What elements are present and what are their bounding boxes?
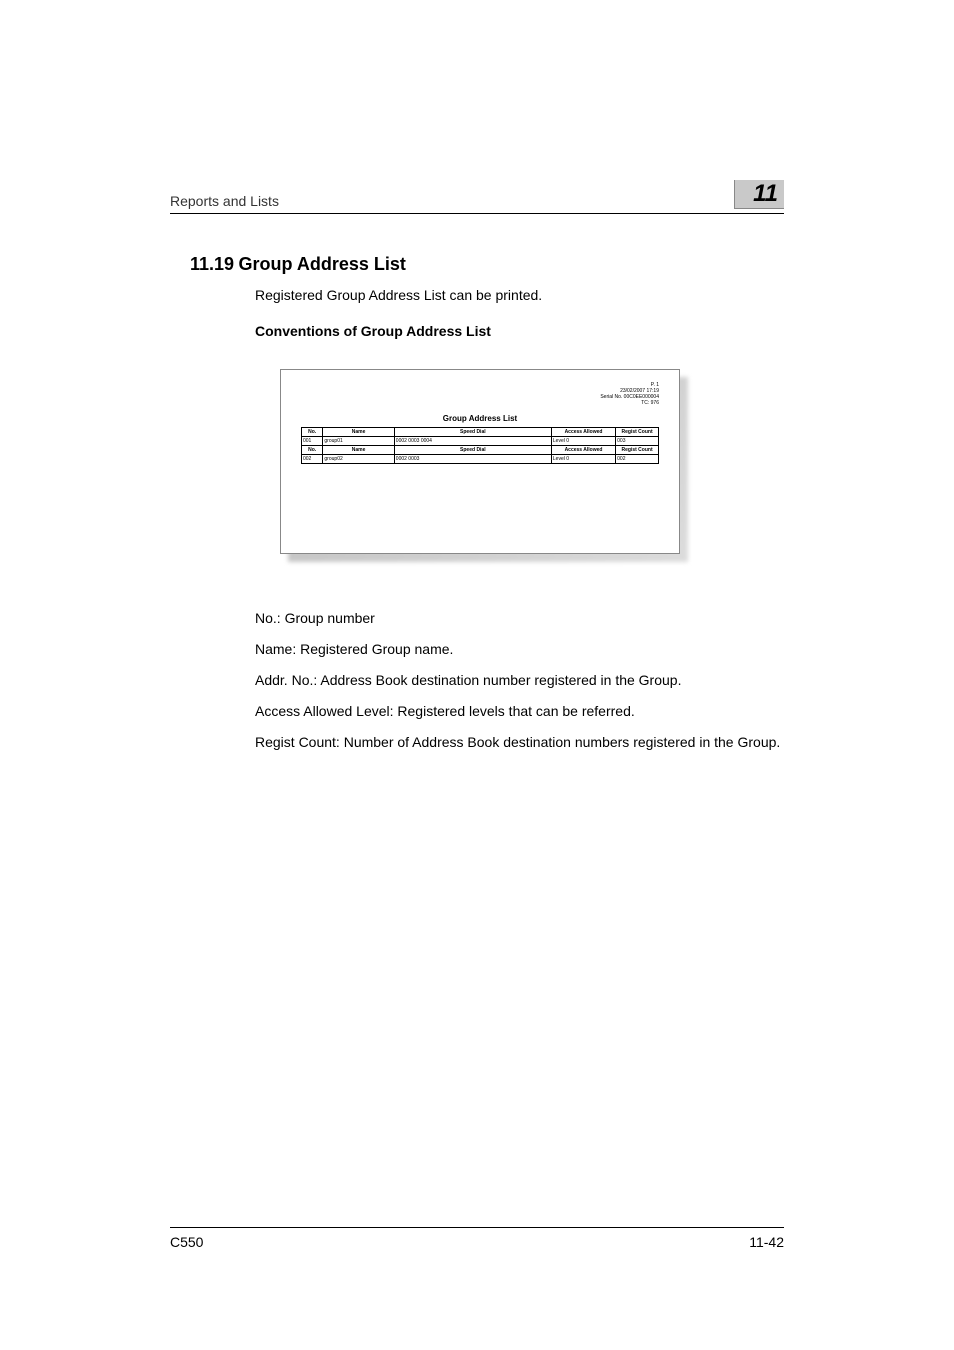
col-name: Name <box>323 428 394 437</box>
cell-speed: 0002 0003 <box>394 455 551 464</box>
cell-regist: 003 <box>616 437 659 446</box>
col-regist: Regist Count <box>616 446 659 455</box>
figure-title: Group Address List <box>301 414 659 423</box>
cell-access: Level 0 <box>551 437 615 446</box>
col-access: Access Allowed <box>551 428 615 437</box>
section-number: 11.19 <box>190 254 234 274</box>
report-table: No. Name Speed Dial Access Allowed Regis… <box>301 427 659 464</box>
col-no: No. <box>302 446 323 455</box>
definition-name: Name: Registered Group name. <box>255 640 784 659</box>
table-header-row: No. Name Speed Dial Access Allowed Regis… <box>302 446 659 455</box>
page-footer: C550 11-42 <box>170 1227 784 1250</box>
body: Registered Group Address List can be pri… <box>255 287 784 339</box>
footer-right: 11-42 <box>749 1234 784 1250</box>
cell-name: group02 <box>323 455 394 464</box>
col-name: Name <box>323 446 394 455</box>
table-row: 001 group01 0002 0003 0004 Level 0 003 <box>302 437 659 446</box>
definition-no: No.: Group number <box>255 609 784 628</box>
figure-meta: P. 1 23/02/2007 17:19 Serial No. 00C0EE0… <box>301 382 659 406</box>
cell-regist: 002 <box>616 455 659 464</box>
cell-name: group01 <box>323 437 394 446</box>
section-title: Group Address List <box>239 254 406 274</box>
cell-speed: 0002 0003 0004 <box>394 437 551 446</box>
col-speed: Speed Dial <box>394 446 551 455</box>
definitions-block: No.: Group number Name: Registered Group… <box>255 609 784 751</box>
definition-regist: Regist Count: Number of Address Book des… <box>255 733 784 752</box>
col-access: Access Allowed <box>551 446 615 455</box>
cell-no: 001 <box>302 437 323 446</box>
chapter-number-badge: 11 <box>734 180 784 209</box>
header-left-text: Reports and Lists <box>170 193 279 209</box>
definition-access: Access Allowed Level: Registered levels … <box>255 702 784 721</box>
col-speed: Speed Dial <box>394 428 551 437</box>
figure-container: P. 1 23/02/2007 17:19 Serial No. 00C0EE0… <box>280 369 690 554</box>
table-header-row: No. Name Speed Dial Access Allowed Regis… <box>302 428 659 437</box>
footer-left: C550 <box>170 1234 203 1250</box>
table-row: 002 group02 0002 0003 Level 0 002 <box>302 455 659 464</box>
sample-report-figure: P. 1 23/02/2007 17:19 Serial No. 00C0EE0… <box>280 369 680 554</box>
subheading: Conventions of Group Address List <box>255 323 784 339</box>
section-heading: 11.19 Group Address List <box>190 254 784 275</box>
col-regist: Regist Count <box>616 428 659 437</box>
col-no: No. <box>302 428 323 437</box>
intro-paragraph: Registered Group Address List can be pri… <box>255 287 784 303</box>
definition-addrno: Addr. No.: Address Book destination numb… <box>255 671 784 690</box>
page-header: Reports and Lists 11 <box>170 180 784 214</box>
figure-meta-tc: TC: 976 <box>301 400 659 406</box>
cell-no: 002 <box>302 455 323 464</box>
cell-access: Level 0 <box>551 455 615 464</box>
page: Reports and Lists 11 11.19 Group Address… <box>0 0 954 1350</box>
